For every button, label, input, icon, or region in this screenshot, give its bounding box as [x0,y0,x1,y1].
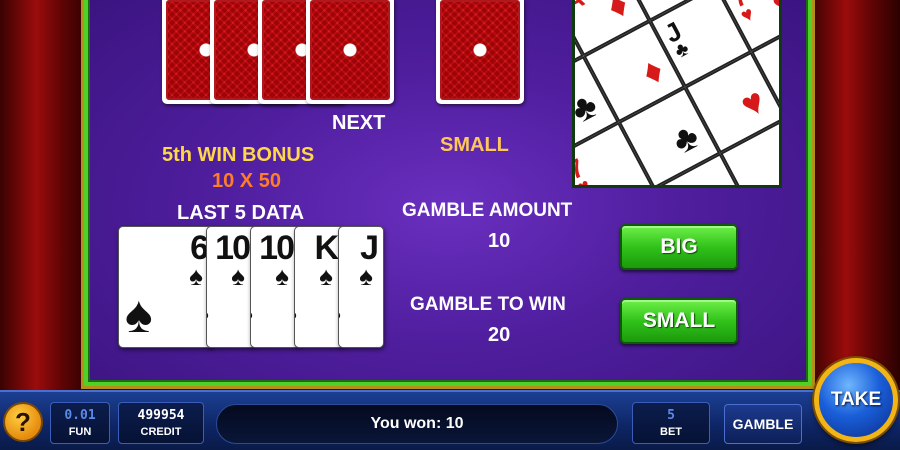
spade-icon: ♠ [319,261,333,291]
last5-card: 10♠♠ [206,226,256,348]
gamble-amount-title: GAMBLE AMOUNT [402,200,573,221]
spade-icon: ♠ [125,286,153,344]
spade-icon: ♠ [339,299,341,329]
suit-icon: ♦ [634,48,671,94]
card-history-grid: ♣A♦10♠♦♣♦J♣7♥♥7♥♣♥ [572,0,782,188]
suit-icon: ♣ [670,37,693,63]
card-back-pattern [310,0,390,100]
spade-icon: ♠ [251,299,253,329]
left-curtain [0,0,90,390]
spade-icon: ♠ [295,299,297,329]
small-button[interactable]: SMALL [620,298,738,344]
card-back-pattern [440,0,520,100]
bet-caption: BET [660,426,682,438]
spade-icon: ♠ [359,261,373,291]
help-button[interactable]: ? [3,402,43,442]
suit-icon: ♦ [599,0,635,28]
suit-icon: ♥ [764,0,782,25]
fun-value: 0.01 [64,408,96,423]
big-button[interactable]: BIG [620,224,738,270]
suit-icon: ♣ [665,114,706,162]
spade-icon: ♠ [189,261,203,291]
last5-card: K♠♠ [294,226,344,348]
bet-panel[interactable]: 5 BET [632,402,710,444]
suit-icon: ♣ [572,83,604,131]
last5-card: 10♠♠ [250,226,300,348]
spade-icon: ♠ [231,261,245,291]
bet-value: 5 [667,408,675,423]
credit-value: 499954 [137,408,185,423]
next-label: NEXT [332,112,386,134]
next-card-back [436,0,524,104]
credit-panel: 499954 CREDIT [118,402,204,444]
win-bonus-value: 10 X 50 [212,170,281,192]
last5-card: J♠♠ [338,226,384,348]
right-curtain [810,0,900,390]
history-grid-inner: ♣A♦10♠♦♣♦J♣7♥♥7♥♣♥ [572,0,782,185]
fun-caption: FUN [68,426,92,438]
gamble-button[interactable]: GAMBLE [724,404,802,444]
take-button[interactable]: TAKE [814,358,898,442]
gamble-to-win-title: GAMBLE TO WIN [410,294,566,315]
credit-caption: CREDIT [140,426,182,438]
gamble-to-win-value: 20 [488,324,511,346]
last5-title: LAST 5 DATA [177,202,305,224]
fun-panel[interactable]: 0.01 FUN [50,402,110,444]
gamble-amount-value: 10 [488,230,511,252]
suit-icon: ♥ [733,79,772,126]
win-bonus-title: 5th WIN BONUS [162,144,315,166]
facedown-card-4 [306,0,394,104]
last5-card: 6 ♠ ♠ [118,226,214,348]
card-rank: A [572,0,589,18]
suit-icon: ♥ [737,2,758,28]
spade-icon: ♠ [207,299,209,329]
win-message: You won: 10 [216,404,618,444]
small-indicator: SMALL [440,134,509,156]
spade-icon: ♠ [275,261,289,291]
